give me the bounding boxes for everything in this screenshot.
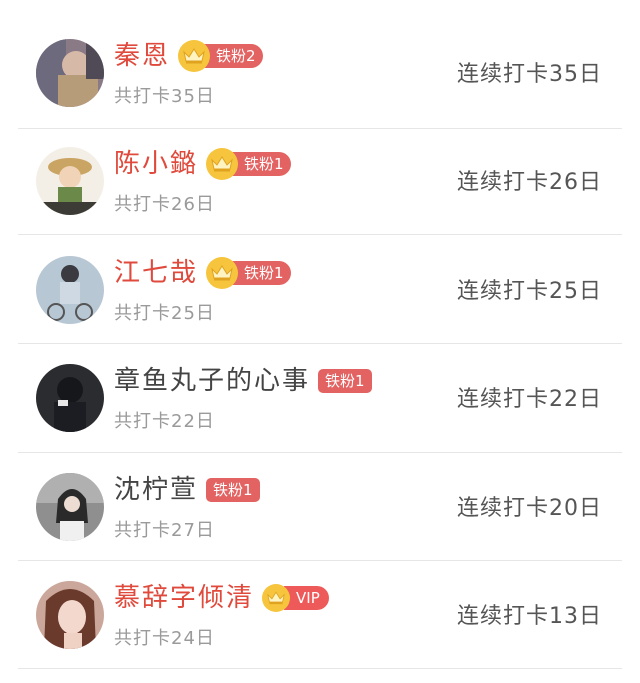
streak-days: 连续打卡13日	[457, 604, 602, 629]
total-checkin-days: 共打卡27日	[114, 520, 215, 541]
total-checkin-days: 共打卡25日	[114, 303, 215, 324]
checkin-ranking-list: 秦恩 铁粉2 共打卡35日 连续打卡35日 陈小鏴 铁粉1 共打卡26日 连续打…	[0, 0, 640, 683]
avatar[interactable]	[36, 364, 104, 432]
total-checkin-days: 共打卡26日	[114, 194, 215, 215]
name-line: 江七哉 铁粉1	[114, 255, 291, 291]
user-name[interactable]: 慕辞字倾清	[114, 580, 254, 616]
avatar[interactable]	[36, 39, 104, 107]
list-item[interactable]: 秦恩 铁粉2 共打卡35日 连续打卡35日	[0, 0, 640, 129]
avatar[interactable]	[36, 147, 104, 215]
fan-level-badge: 铁粉1	[318, 369, 372, 393]
list-item[interactable]: 沈柠萱 铁粉1 共打卡27日 连续打卡20日	[0, 434, 640, 561]
fan-badge: 铁粉1	[318, 366, 372, 396]
user-name[interactable]: 沈柠萱	[114, 472, 198, 508]
list-item[interactable]: 章鱼丸子的心事 铁粉1 共打卡22日 连续打卡22日	[0, 325, 640, 453]
list-item[interactable]: 慕辞字倾清 VIP 共打卡24日 连续打卡13日	[0, 542, 640, 669]
fan-badge: 铁粉1	[206, 475, 260, 505]
fan-level-badge: 铁粉1	[232, 152, 291, 176]
name-line: 沈柠萱 铁粉1	[114, 472, 260, 508]
crown-icon	[206, 257, 239, 289]
fan-level-badge: 铁粉2	[204, 44, 263, 68]
total-checkin-days: 共打卡22日	[114, 411, 215, 432]
fan-level-badge: 铁粉1	[232, 261, 291, 285]
name-line: 章鱼丸子的心事 铁粉1	[114, 363, 372, 399]
avatar[interactable]	[36, 473, 104, 541]
name-line: 陈小鏴 铁粉1	[114, 146, 291, 182]
list-item[interactable]: 江七哉 铁粉1 共打卡25日 连续打卡25日	[0, 217, 640, 344]
streak-days: 连续打卡22日	[457, 387, 602, 412]
user-name[interactable]: 秦恩	[114, 38, 170, 74]
name-line: 慕辞字倾清 VIP	[114, 580, 329, 616]
fan-badge: 铁粉1	[206, 257, 291, 289]
fan-level-badge: 铁粉1	[206, 478, 260, 502]
streak-days: 连续打卡20日	[457, 496, 602, 521]
user-name[interactable]: 江七哉	[114, 255, 198, 291]
streak-days: 连续打卡25日	[457, 279, 602, 304]
total-checkin-days: 共打卡35日	[114, 86, 215, 107]
fan-badge: 铁粉1	[206, 148, 291, 180]
streak-days: 连续打卡26日	[457, 170, 602, 195]
avatar[interactable]	[36, 256, 104, 324]
crown-icon	[262, 584, 291, 612]
fan-badge: 铁粉2	[178, 40, 263, 72]
user-name[interactable]: 陈小鏴	[114, 146, 198, 182]
vip-label: VIP	[284, 586, 329, 610]
user-name[interactable]: 章鱼丸子的心事	[114, 363, 310, 399]
vip-badge: VIP	[262, 583, 329, 613]
crown-icon	[206, 148, 239, 180]
crown-icon	[178, 40, 211, 72]
list-item[interactable]: 陈小鏴 铁粉1 共打卡26日 连续打卡26日	[0, 108, 640, 235]
avatar[interactable]	[36, 581, 104, 649]
divider	[18, 668, 622, 669]
total-checkin-days: 共打卡24日	[114, 628, 215, 649]
name-line: 秦恩 铁粉2	[114, 38, 263, 74]
streak-days: 连续打卡35日	[457, 62, 602, 87]
